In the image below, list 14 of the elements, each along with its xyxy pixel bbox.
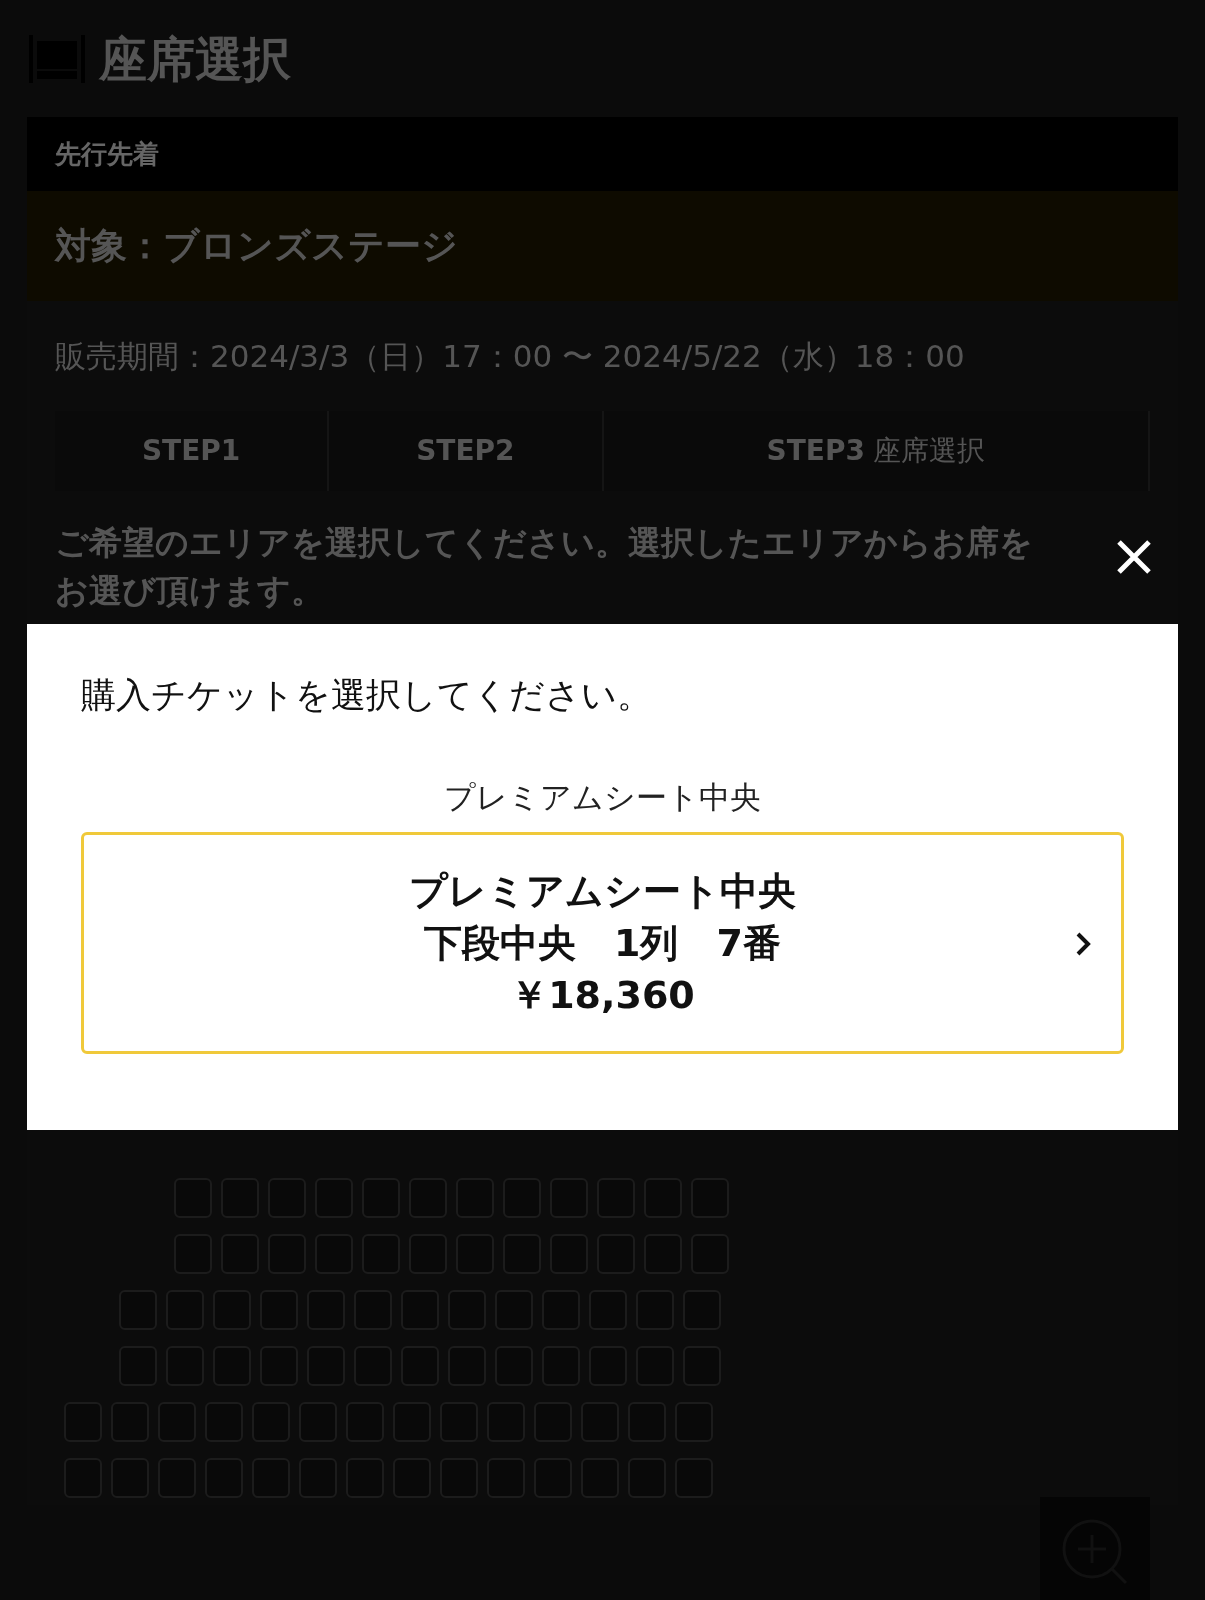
sale-type-bar: 先行先着 [27,117,1178,191]
instruction-text: お選び頂けます。 [55,570,324,612]
ticket-name: プレミアムシート中央 [409,868,796,916]
page-title: 座席選択 [99,29,291,89]
close-icon [1116,539,1152,575]
target-band: 対象：ブロンズステージ [27,191,1178,301]
sale-period: 販売期間：2024/3/3（日）17：00 〜 2024/5/22（水）18：00 [55,336,966,376]
ticket-group-label: プレミアムシート中央 [443,777,762,817]
dialog-prompt: 購入チケットを選択してください。 [81,674,653,717]
chevron-right-icon [1075,931,1091,958]
ticket-price: ￥18,360 [510,972,695,1020]
ticket-option[interactable]: プレミアムシート中央 下段中央 1列 7番 ￥18,360 [81,832,1124,1055]
instruction-text: ご希望のエリアを選択してください。選択したエリアからお席を [55,522,1033,564]
seat-position: 下段中央 1列 7番 [424,920,781,968]
